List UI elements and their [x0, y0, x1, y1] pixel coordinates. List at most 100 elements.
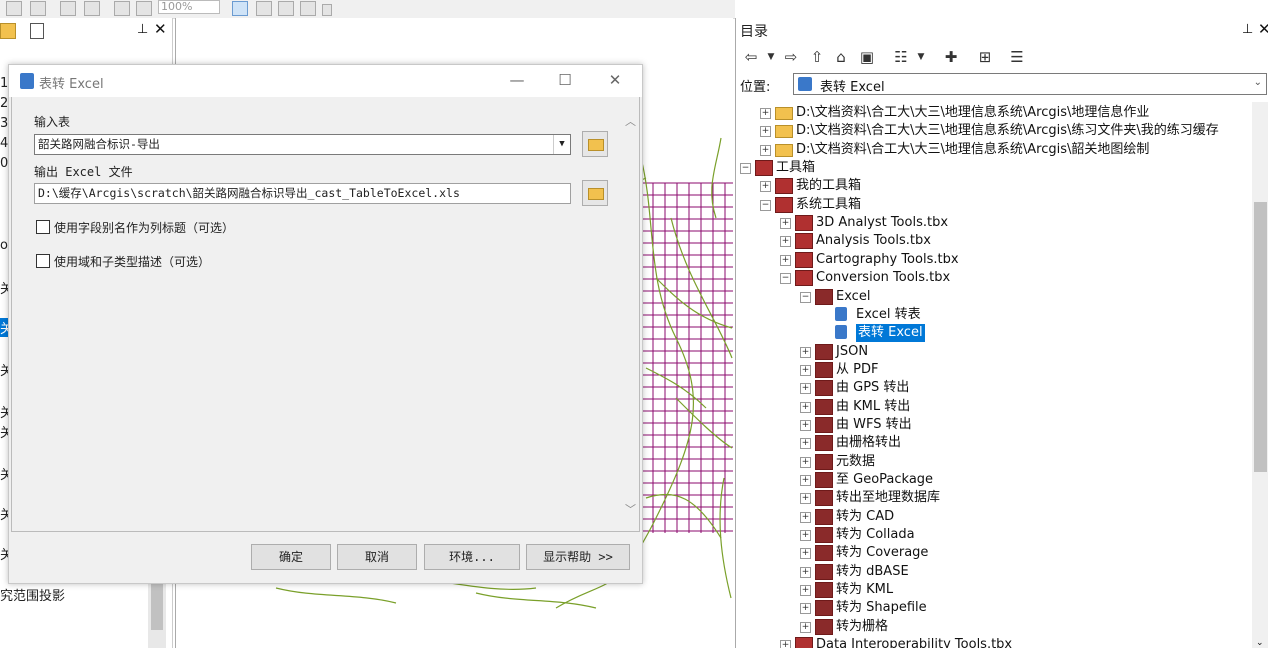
tree-view-icon[interactable]: ⊞ — [976, 48, 994, 66]
expand-icon[interactable]: + — [760, 108, 771, 119]
expand-icon[interactable]: + — [780, 236, 791, 248]
forward-arrow-icon[interactable]: ⇨ — [782, 48, 800, 66]
collapse-icon[interactable]: − — [740, 163, 751, 175]
toc-options-icon[interactable] — [30, 23, 44, 39]
chevron-down-icon[interactable]: ▼ — [553, 135, 570, 154]
tree-node[interactable]: + 由 GPS 转出 — [736, 379, 1249, 397]
pin-icon[interactable]: ⊥ — [137, 22, 148, 37]
expand-icon[interactable]: + — [780, 640, 791, 648]
tree-node[interactable]: + D:\文档资料\合工大\大三\地理信息系统\Arcgis\练习文件夹\我的练习… — [736, 122, 1249, 140]
expand-icon[interactable]: + — [800, 511, 811, 523]
tree-node[interactable]: + 转为 Coverage — [736, 544, 1249, 562]
dialog-scrollbar[interactable]: ︿ ﹀ — [622, 97, 639, 531]
close-icon[interactable]: ✕ — [154, 20, 167, 38]
tree-node[interactable]: + 我的工具箱 — [736, 177, 1249, 195]
tree-node[interactable]: + 转出至地理数据库 — [736, 489, 1249, 507]
layout-export-icon[interactable] — [300, 1, 316, 16]
scroll-down-icon[interactable]: ﹀ — [625, 501, 636, 517]
tree-node[interactable]: + 转为 Collada — [736, 526, 1249, 544]
back-arrow-icon[interactable]: ⇦ — [742, 48, 760, 66]
tree-node[interactable]: + 由 WFS 转出 — [736, 416, 1249, 434]
collapse-icon[interactable]: − — [780, 273, 791, 285]
tree-node[interactable]: + 由 KML 转出 — [736, 398, 1249, 416]
tree-node[interactable]: + 由栅格转出 — [736, 434, 1249, 452]
up-level-icon[interactable]: ⇧ — [808, 48, 826, 66]
expand-icon[interactable]: + — [800, 419, 811, 431]
dialog-titlebar[interactable]: 表转 Excel — ☐ ✕ — [9, 65, 642, 97]
layout-print-icon[interactable] — [278, 1, 294, 16]
zoom-level-combo[interactable]: 100% — [158, 0, 220, 14]
expand-icon[interactable]: + — [800, 621, 811, 633]
toc-source-icon[interactable] — [0, 23, 16, 39]
expand-icon[interactable]: + — [800, 585, 811, 597]
tree-node[interactable]: + D:\文档资料\合工大\大三\地理信息系统\Arcgis\地理信息作业 — [736, 104, 1249, 122]
new-folder-icon[interactable]: ✚ — [942, 48, 960, 66]
tree-node[interactable]: − 系统工具箱 — [736, 196, 1249, 214]
expand-icon[interactable]: + — [800, 346, 811, 358]
tree-node[interactable]: + D:\文档资料\合工大\大三\地理信息系统\Arcgis\韶关地图绘制 — [736, 141, 1249, 159]
expand-icon[interactable]: + — [760, 144, 771, 156]
browse-input-button[interactable] — [582, 131, 608, 157]
close-icon[interactable]: ✕ — [602, 69, 628, 91]
tree-node[interactable]: + 元数据 — [736, 453, 1249, 471]
toolbar-overflow-icon[interactable] — [322, 4, 332, 16]
zoom-layer-icon[interactable] — [30, 1, 46, 16]
tree-node[interactable]: + Cartography Tools.tbx — [736, 251, 1249, 269]
tree-node[interactable]: − Excel — [736, 288, 1249, 306]
tree-node[interactable]: + Data Interoperability Tools.tbx — [736, 636, 1249, 648]
tree-node[interactable]: + 从 PDF — [736, 361, 1249, 379]
layout-toggle-icon[interactable] — [232, 1, 248, 16]
layout-page-icon[interactable] — [60, 1, 76, 16]
browse-output-button[interactable] — [582, 180, 608, 206]
tree-node[interactable]: Excel 转表 — [736, 306, 1249, 324]
chevron-down-icon[interactable]: ⌄ — [1254, 77, 1262, 88]
tree-node[interactable]: 表转 Excel — [736, 324, 1249, 343]
scroll-up-icon[interactable]: ︿ — [625, 113, 636, 129]
view-options-icon[interactable]: ☷ — [892, 48, 910, 66]
expand-icon[interactable]: + — [800, 456, 811, 468]
collapse-icon[interactable]: − — [800, 291, 811, 303]
expand-icon[interactable]: + — [800, 438, 811, 450]
tree-node[interactable]: − 工具箱 — [736, 159, 1249, 177]
back-extent-icon[interactable] — [114, 1, 130, 16]
expand-icon[interactable]: + — [780, 218, 791, 230]
cancel-button[interactable]: 取消 — [337, 544, 417, 570]
expand-icon[interactable]: + — [800, 548, 811, 560]
expand-icon[interactable]: + — [800, 401, 811, 413]
domain-checkbox[interactable] — [36, 254, 50, 268]
close-icon[interactable]: ✕ — [1258, 20, 1268, 38]
expand-icon[interactable]: + — [800, 566, 811, 578]
tree-node[interactable]: + 至 GeoPackage — [736, 471, 1249, 489]
tree-node[interactable]: + 转为 CAD — [736, 508, 1249, 526]
toc-item-projection[interactable]: 究范围投影 — [0, 585, 65, 604]
catalog-scrollbar[interactable]: ⌄ — [1252, 102, 1268, 648]
alias-checkbox[interactable] — [36, 220, 50, 234]
tree-node[interactable]: + 转为 Shapefile — [736, 599, 1249, 617]
output-file-input[interactable]: D:\缓存\Arcgis\scratch\韶关路网融合标识导出_cast_Tab… — [34, 183, 571, 204]
minimize-icon[interactable]: — — [504, 69, 530, 91]
maximize-icon[interactable]: ☐ — [552, 69, 578, 91]
expand-icon[interactable]: + — [760, 181, 771, 193]
tree-node[interactable]: +3D Analyst Tools.tbx — [736, 214, 1249, 232]
scroll-down-icon[interactable]: ⌄ — [1256, 638, 1264, 648]
catalog-scroll-thumb[interactable] — [1254, 202, 1267, 472]
tree-node[interactable]: + JSON — [736, 343, 1249, 361]
collapse-icon[interactable]: − — [760, 199, 771, 211]
expand-icon[interactable]: + — [800, 603, 811, 615]
expand-icon[interactable]: + — [800, 364, 811, 376]
environments-button[interactable]: 环境... — [424, 544, 520, 570]
tree-node[interactable]: + 转为 dBASE — [736, 563, 1249, 581]
tree-node[interactable]: + Analysis Tools.tbx — [736, 232, 1249, 250]
input-table-combo[interactable]: 韶关路网融合标识-导出 ▼ — [34, 134, 571, 155]
back-dropdown-icon[interactable]: ▼ — [762, 48, 780, 66]
expand-icon[interactable]: + — [800, 530, 811, 542]
expand-icon[interactable]: + — [800, 475, 811, 486]
zoom-full-icon[interactable] — [6, 1, 22, 16]
properties-icon[interactable]: ☰ — [1008, 48, 1026, 66]
tree-node[interactable]: + 转为 KML — [736, 581, 1249, 599]
expand-icon[interactable]: + — [780, 254, 791, 266]
forward-extent-icon[interactable] — [136, 1, 152, 16]
expand-icon[interactable]: + — [760, 126, 771, 138]
ok-button[interactable]: 确定 — [251, 544, 331, 570]
expand-icon[interactable]: + — [800, 493, 811, 505]
